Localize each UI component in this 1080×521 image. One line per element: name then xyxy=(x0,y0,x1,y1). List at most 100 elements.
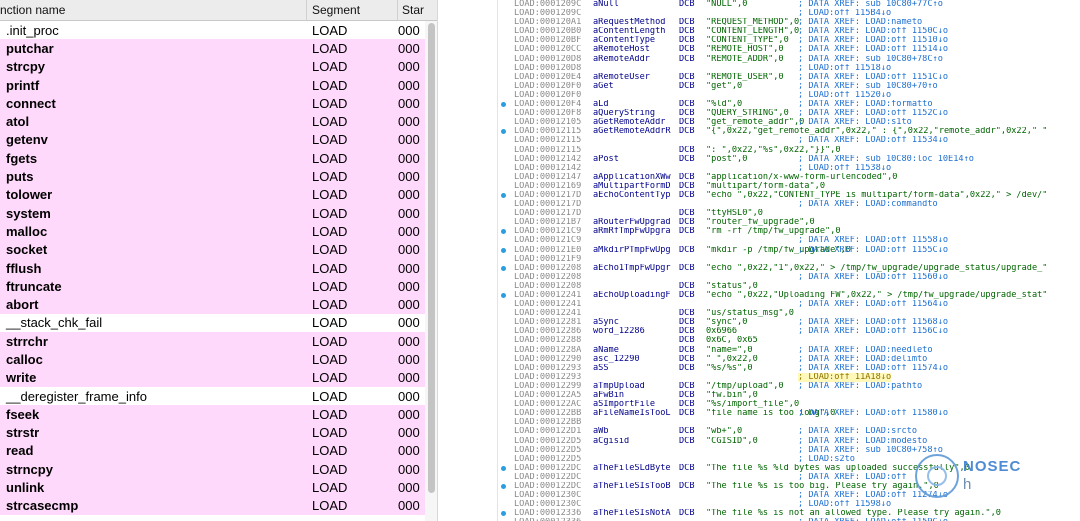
function-row[interactable]: system LOAD 000 xyxy=(0,203,425,223)
function-row[interactable]: write LOAD 000 xyxy=(0,368,425,387)
function-row[interactable]: strrchr LOAD 000 xyxy=(0,332,425,351)
functions-scrollbar[interactable] xyxy=(425,21,437,521)
listing-line[interactable]: LOAD:000122AC aSImportFile DCB "%s/import_f… xyxy=(498,400,1080,409)
listing-line[interactable]: LOAD:000121B7 aRouterFwUpgrad DCB "router_f… xyxy=(498,218,1080,227)
listing-line[interactable]: LOAD:000120BF aContentType DCB "CONTENT_TYP… xyxy=(498,36,1080,45)
function-row[interactable]: atol LOAD 000 xyxy=(0,112,425,131)
breakpoint-dot-icon[interactable] xyxy=(501,229,506,235)
function-row[interactable]: calloc LOAD 000 xyxy=(0,350,425,369)
listing-line[interactable]: LOAD:000120E4 aRemoteUser DCB "REMOTE_USER"… xyxy=(498,73,1080,82)
ida-view-listing[interactable]: LOAD:0001209C aNull DCB "NULL",0 ; DATA XREF… xyxy=(498,0,1080,521)
listing-line[interactable]: LOAD:00012241 ; DATA XREF: LOAD:off 11564… xyxy=(498,300,1080,309)
breakpoint-dot-icon[interactable] xyxy=(501,511,506,517)
listing-line[interactable]: LOAD:000120F8 aQueryString DCB "QUERY_STRIN… xyxy=(498,109,1080,118)
function-row[interactable]: connect LOAD 000 xyxy=(0,94,425,113)
function-name: atol xyxy=(6,114,30,130)
function-row[interactable]: __deregister_frame_info LOAD 000 xyxy=(0,386,425,406)
listing-line[interactable]: LOAD:00012299 aTmpUpload DCB "/tmp/upload",… xyxy=(498,382,1080,391)
function-row[interactable]: ftruncate LOAD 000 xyxy=(0,277,425,296)
listing-line[interactable]: LOAD:000120D8 ; LOAD:off 11518↓o xyxy=(498,64,1080,73)
listing-line[interactable]: LOAD:00012142 ; LOAD:off 11538↓o xyxy=(498,164,1080,173)
listing-line[interactable]: LOAD:000121F9 xyxy=(498,255,1080,264)
listing-line[interactable]: LOAD:0001209C aNull DCB "NULL",0 ; DATA XREF… xyxy=(498,0,1080,9)
listing-line[interactable]: LOAD:00012115 aGetRemoteAddrR DCB "{",0x22,… xyxy=(498,127,1080,136)
listing-line[interactable]: LOAD:00012208 aEcho1TmpFwUpgr DCB "echo ",0… xyxy=(498,264,1080,273)
listing-line[interactable]: LOAD:000120D8 aRemoteAddr DCB "REMOTE_ADDR"… xyxy=(498,55,1080,64)
listing-line[interactable]: LOAD:00012293 ; LOAD:off 11A18↓o xyxy=(498,372,1080,382)
column-header-segment[interactable]: Segment xyxy=(307,0,398,21)
listing-line[interactable]: LOAD:0001217D ; DATA XREF: LOAD:commandto xyxy=(498,200,1080,209)
function-row[interactable]: puts LOAD 000 xyxy=(0,167,425,186)
listing-line[interactable]: LOAD:00012241 DCB "us/status_msg",0 xyxy=(498,309,1080,318)
listing-line[interactable]: LOAD:000122D5 aCgisid DCB "CGISID",0 ; DATA … xyxy=(498,437,1080,446)
function-row[interactable]: abort LOAD 000 xyxy=(0,295,425,314)
function-row[interactable]: __stack_chk_fail LOAD 000 xyxy=(0,313,425,333)
column-header-start[interactable]: Star xyxy=(398,0,437,21)
breakpoint-dot-icon[interactable] xyxy=(501,129,506,135)
listing-comment: ; LOAD:off 11538↓o xyxy=(798,163,892,173)
listing-line[interactable]: LOAD:000121E0 aMkdirPTmpFwUpg DCB "mkdir -p… xyxy=(498,246,1080,255)
function-row[interactable]: unlink LOAD 000 xyxy=(0,478,425,497)
function-row[interactable]: read LOAD 000 xyxy=(0,441,425,461)
listing-line[interactable]: LOAD:00012169 aMultipartFormD DCB "multipar… xyxy=(498,182,1080,191)
listing-label: aContentLength xyxy=(593,27,666,37)
breakpoint-dot-icon[interactable] xyxy=(501,247,506,253)
listing-line[interactable]: LOAD:000122BB xyxy=(498,418,1080,427)
function-row[interactable]: strcpy LOAD 000 xyxy=(0,57,425,76)
listing-line[interactable]: LOAD:00012115 ; DATA XREF: LOAD:off 11534… xyxy=(498,136,1080,145)
listing-line[interactable]: LOAD:00012105 aGetRemoteAddr DCB "get_remot… xyxy=(498,118,1080,127)
listing-line[interactable]: LOAD:000120F0 aGet DCB "get",0 ; DATA XREF: … xyxy=(498,82,1080,91)
function-row[interactable]: fseek LOAD 000 xyxy=(0,405,425,424)
listing-line[interactable]: LOAD:000120B0 aContentLength DCB "CONTENT_L… xyxy=(498,27,1080,36)
listing-line[interactable]: LOAD:00012286 word_12286 DCB 0x6966 ; DATA X… xyxy=(498,327,1080,336)
listing-line[interactable]: LOAD:0001228A aName DCB "name=",0 ; DATA XRE… xyxy=(498,346,1080,355)
listing-line[interactable]: LOAD:000120A1 aRequestMethod DCB "REQUEST_M… xyxy=(498,18,1080,27)
listing-line[interactable]: LOAD:0001217D aEchoContentTyp DCB "echo ",0… xyxy=(498,191,1080,200)
listing-line[interactable]: LOAD:000121C9 aRmRfTmpFwUpgra DCB "rm -rf /… xyxy=(498,227,1080,236)
breakpoint-dot-icon[interactable] xyxy=(501,192,506,198)
listing-line[interactable]: LOAD:00012115 DCB ": ",0x22,"%s",0x22,"}}"… xyxy=(498,146,1080,155)
listing-line[interactable]: LOAD:00012281 aSync DCB "sync",0 ; DATA XREF… xyxy=(498,318,1080,327)
function-row[interactable]: strstr LOAD 000 xyxy=(0,423,425,442)
listing-line[interactable]: LOAD:00012147 aApplicationXWw DCB "applicat… xyxy=(498,173,1080,182)
breakpoint-dot-icon[interactable] xyxy=(501,483,506,489)
listing-line[interactable]: LOAD:00012336 aTheFileSIsNotA DCB "The file… xyxy=(498,509,1080,518)
function-name: fgets xyxy=(6,150,38,166)
function-row[interactable]: strncpy LOAD 000 xyxy=(0,460,425,479)
function-row[interactable]: putchar LOAD 000 xyxy=(0,39,425,58)
function-row[interactable]: strcasecmp LOAD 000 xyxy=(0,496,425,516)
functions-scrollbar-thumb[interactable] xyxy=(428,23,435,493)
listing-line[interactable]: LOAD:000120F4 aLd DCB "%ld",0 ; DATA XREF: L… xyxy=(498,100,1080,109)
function-row[interactable]: getenv LOAD 000 xyxy=(0,130,425,150)
listing-line[interactable]: LOAD:00012241 aEchoUploadingF DCB "echo ",0… xyxy=(498,291,1080,300)
listing-line[interactable]: LOAD:00012288 DCB 0x6C, 0x65 xyxy=(498,336,1080,345)
function-row[interactable]: fgets LOAD 000 xyxy=(0,149,425,168)
listing-comment: ; DATA XREF: LOAD:off xyxy=(798,472,907,482)
function-row[interactable]: printf LOAD 000 xyxy=(0,75,425,95)
function-row[interactable]: malloc LOAD 000 xyxy=(0,222,425,241)
function-row[interactable]: tolower LOAD 000 xyxy=(0,185,425,204)
listing-comment: ; LOAD:off 11A18↓o xyxy=(798,372,892,382)
listing-line[interactable]: LOAD:000120CC aRemoteHost DCB "REMOTE_HOST"… xyxy=(498,45,1080,54)
function-row[interactable]: socket LOAD 000 xyxy=(0,240,425,259)
listing-line[interactable]: LOAD:000121C9 ; DATA XREF: LOAD:off 11558… xyxy=(498,236,1080,245)
listing-line[interactable]: LOAD:00012290 asc_12290 DCB " ",0x22,0 ; DAT… xyxy=(498,355,1080,364)
breakpoint-dot-icon[interactable] xyxy=(501,265,506,271)
breakpoint-dot-icon[interactable] xyxy=(501,465,506,471)
listing-label: aRequestMethod xyxy=(593,18,666,28)
function-row[interactable]: fflush LOAD 000 xyxy=(0,258,425,278)
listing-line[interactable]: LOAD:00012142 aPost DCB "post",0 ; DATA XREF… xyxy=(498,155,1080,164)
listing-line[interactable]: LOAD:000120F0 ; LOAD:off 11520↓o xyxy=(498,91,1080,100)
listing-line[interactable]: LOAD:000122BB aFileNameIsTooL DCB "file nam… xyxy=(498,409,1080,418)
listing-line[interactable]: LOAD:0001217D DCB "ttyHSL0",0 xyxy=(498,209,1080,218)
column-header-function-name[interactable]: nction name xyxy=(0,0,307,21)
listing-line[interactable]: LOAD:000122D1 aWb DCB "wb+",0 ; DATA XREF: L… xyxy=(498,427,1080,436)
listing-line[interactable]: LOAD:00012208 DCB "status",0 xyxy=(498,282,1080,291)
listing-line[interactable]: LOAD:00012208 ; DATA XREF: LOAD:off 11560… xyxy=(498,273,1080,282)
listing-line[interactable]: LOAD:0001209C ; LOAD:off 115B4↓o xyxy=(498,9,1080,18)
listing-line[interactable]: LOAD:00012293 aSS DCB "%s/%s",0 ; DATA XREF:… xyxy=(498,364,1080,373)
listing-line[interactable]: LOAD:000122A5 aFwBin DCB "fw.bin",0 xyxy=(498,391,1080,400)
breakpoint-dot-icon[interactable] xyxy=(501,293,506,298)
breakpoint-dot-icon[interactable] xyxy=(501,102,506,108)
function-row[interactable]: .init_proc LOAD 000 xyxy=(0,21,425,40)
